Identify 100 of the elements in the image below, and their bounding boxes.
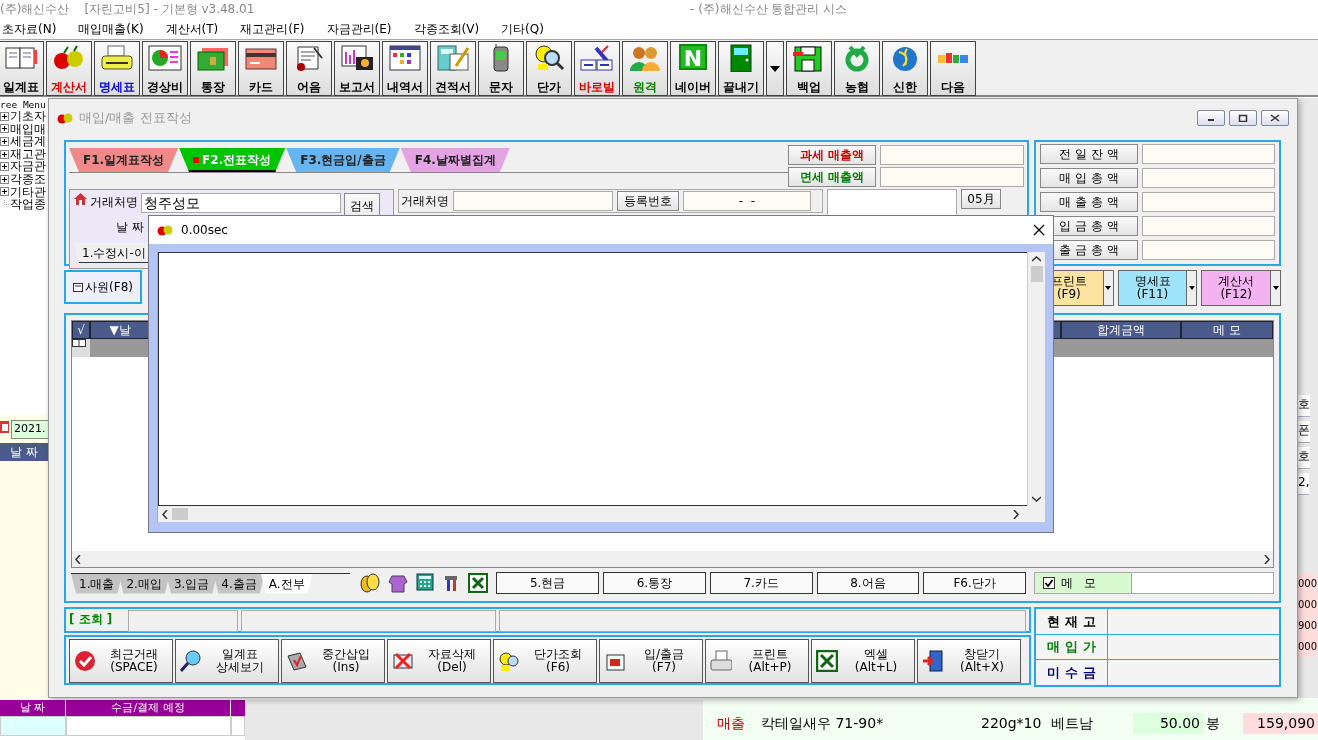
close-icon[interactable] — [1033, 224, 1045, 236]
toolbar-button[interactable]: 경상비 — [142, 41, 188, 96]
field-label: 폰 — [1298, 421, 1310, 443]
caret-icon — [1105, 286, 1112, 290]
type-button[interactable]: 8.어음 — [816, 572, 920, 594]
exit-door-icon — [922, 650, 944, 672]
tab[interactable]: F3.현금입/출금 — [286, 148, 400, 172]
toolbar-button[interactable]: 카드 — [238, 41, 284, 96]
action-button[interactable]: 자료삭제 (Del) — [387, 639, 491, 683]
minimize-button[interactable] — [1197, 110, 1225, 126]
toolbar-button[interactable]: 명세표 — [94, 41, 140, 96]
people-icon — [628, 44, 662, 72]
toolbar-button[interactable]: 단가 — [526, 41, 572, 96]
input-field[interactable] — [127, 610, 238, 632]
toolbar-button[interactable]: 농협 — [834, 41, 880, 96]
tree-item[interactable]: 기타관 — [10, 185, 46, 199]
toolbar-button[interactable]: 내역서 — [382, 41, 428, 96]
menu-item[interactable]: 초자료(N) — [2, 19, 57, 38]
toolbar-button[interactable]: 어음 — [286, 41, 332, 96]
input-field[interactable] — [880, 145, 1024, 165]
tree-item[interactable]: 작업종 — [10, 198, 46, 211]
field-label: 호 — [1298, 447, 1310, 469]
date-field[interactable]: 2021. — [11, 420, 49, 439]
input-field[interactable] — [1141, 216, 1275, 236]
tree-item[interactable]: 세금계 — [10, 135, 46, 148]
menu-item[interactable]: 기타(Q) — [501, 19, 544, 38]
input-field[interactable]: - - — [683, 191, 811, 211]
filter-tab[interactable]: 2.매입 — [118, 573, 170, 594]
column-header: 메 모 — [1181, 321, 1273, 339]
toolbar-button[interactable]: 계산서 — [46, 41, 92, 96]
scroll-thumb[interactable] — [172, 508, 188, 520]
input-field[interactable] — [1141, 168, 1275, 188]
type-button[interactable]: F6.단가 — [923, 572, 1027, 594]
menu-item[interactable]: 계산서(T) — [165, 19, 219, 38]
marker-icon — [193, 157, 200, 163]
scroll-up-icon — [1032, 256, 1041, 262]
scroll-left-icon — [162, 509, 168, 519]
tree-item[interactable]: 기초자 — [10, 109, 46, 123]
action-button[interactable]: 단가조회 (F6) — [493, 639, 597, 683]
tree-item[interactable]: 재고관 — [10, 147, 46, 161]
month-button[interactable]: 05月 — [961, 189, 1001, 209]
field-label: 미 수 금 — [1047, 663, 1096, 682]
type-button[interactable]: 7.카드 — [709, 572, 813, 594]
action-button[interactable]: 창닫기 (Alt+X) — [917, 639, 1021, 683]
toolbar-button[interactable]: N 네이버 — [670, 41, 716, 96]
toolbar-button[interactable]: 신한 — [882, 41, 928, 96]
action-button[interactable]: 중간삽입 (Ins) — [281, 639, 385, 683]
type-button[interactable]: 5.현금 — [496, 572, 600, 594]
toolbar-button[interactable]: 원격 — [622, 41, 668, 96]
toolbar-button[interactable]: 백업 — [786, 41, 832, 96]
print-button[interactable]: 계산서 (F12) — [1201, 270, 1281, 306]
filter-tab[interactable]: 4.출금 — [213, 573, 265, 594]
print-button[interactable]: 명세표 (F11) — [1117, 270, 1198, 306]
memo-field[interactable] — [1131, 573, 1274, 593]
menu-item[interactable]: 매입매출(K) — [78, 19, 144, 38]
staff-button[interactable]: 사원(F8) — [64, 270, 142, 304]
toolbar-button[interactable]: 견적서 — [430, 41, 476, 96]
input-field[interactable] — [240, 610, 496, 632]
input-field[interactable] — [453, 191, 613, 211]
dropdown-button[interactable] — [766, 41, 784, 96]
action-button[interactable]: 일계표 상세보기 — [175, 639, 279, 683]
menu-item[interactable]: 각종조회(V) — [413, 19, 480, 38]
filter-tab[interactable]: A.전부 — [260, 573, 313, 594]
action-button[interactable]: 프린트 (Alt+P) — [705, 639, 809, 683]
scroll-thumb[interactable] — [1030, 266, 1043, 282]
tree-item[interactable]: 각종조 — [10, 172, 46, 186]
type-button[interactable]: 6.통장 — [603, 572, 706, 594]
maximize-button[interactable] — [1229, 110, 1257, 126]
filter-tab[interactable]: 1.매출 — [71, 573, 123, 594]
input-field[interactable] — [498, 610, 1026, 632]
toolbar-button[interactable]: 끝내기 — [718, 41, 764, 96]
action-button[interactable]: 엑셀 (Alt+L) — [811, 639, 915, 683]
tree-item[interactable]: 자금관 — [10, 160, 46, 173]
input-field[interactable]: 청주성모 — [141, 193, 341, 213]
memo-checkbox[interactable] — [1043, 577, 1056, 589]
column-header: √ — [72, 321, 90, 339]
input-field[interactable] — [1141, 144, 1275, 164]
tab[interactable]: F1.일계표작성 — [69, 148, 179, 172]
filter-tab[interactable]: 3.입금 — [165, 573, 218, 594]
tab[interactable]: F4.날짜별집계 — [400, 148, 510, 172]
toolbar-button[interactable]: 문자 — [478, 41, 524, 96]
toolbar-button[interactable]: 일계표 — [0, 41, 44, 96]
input-field[interactable] — [880, 167, 1024, 187]
toolbar-button[interactable]: 보고서 — [334, 41, 380, 96]
toolbar-button[interactable]: 통장 — [190, 41, 236, 96]
house-icon — [74, 193, 87, 205]
close-button[interactable] — [1261, 110, 1289, 126]
menu-item[interactable]: 재고관리(F) — [240, 19, 305, 38]
field-label: 면세 매출액 — [788, 167, 876, 187]
input-field[interactable] — [1141, 192, 1275, 212]
action-button[interactable]: 입/출금 (F7) — [599, 639, 703, 683]
cartoon-magnifier-icon — [498, 650, 520, 672]
fruit-icon — [157, 224, 173, 236]
action-button[interactable]: 최근거래 (SPACE) — [69, 639, 173, 683]
menu-item[interactable]: 자금관리(E) — [326, 19, 392, 38]
input-field[interactable] — [1141, 240, 1275, 260]
tree-item[interactable]: 매입매 — [10, 122, 46, 136]
section-label: [ 조회 ] — [69, 611, 114, 628]
toolbar-button[interactable]: 다음 — [930, 41, 976, 96]
toolbar-button[interactable]: 바로빌 — [574, 41, 620, 96]
